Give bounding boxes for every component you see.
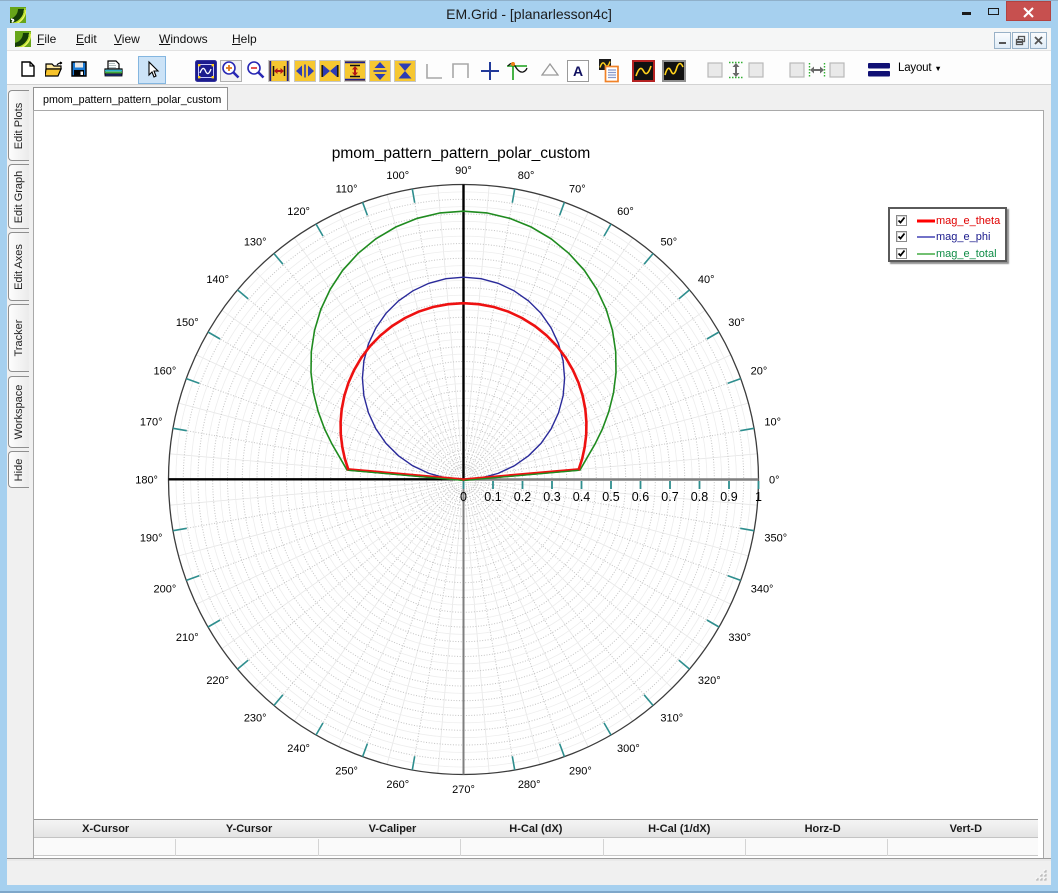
svg-text:240°: 240° — [287, 743, 310, 755]
svg-text:30°: 30° — [728, 317, 745, 329]
svg-text:0.1: 0.1 — [484, 490, 501, 504]
svg-text:340°: 340° — [751, 584, 774, 596]
svg-text:20°: 20° — [751, 365, 768, 377]
svg-text:250°: 250° — [335, 765, 358, 777]
svg-text:0.7: 0.7 — [661, 490, 678, 504]
svg-text:350°: 350° — [764, 533, 787, 545]
svg-text:330°: 330° — [728, 632, 751, 644]
svg-text:0°: 0° — [769, 475, 780, 487]
svg-text:150°: 150° — [176, 317, 199, 329]
svg-text:160°: 160° — [154, 365, 177, 377]
svg-text:0.4: 0.4 — [573, 490, 590, 504]
svg-text:50°: 50° — [660, 236, 677, 248]
svg-text:80°: 80° — [518, 170, 535, 182]
svg-text:0.5: 0.5 — [602, 490, 619, 504]
svg-text:180°: 180° — [135, 475, 158, 487]
svg-text:210°: 210° — [176, 632, 199, 644]
svg-text:230°: 230° — [244, 713, 267, 725]
svg-text:300°: 300° — [617, 743, 640, 755]
svg-text:0.3: 0.3 — [543, 490, 560, 504]
svg-text:310°: 310° — [660, 713, 683, 725]
svg-text:1: 1 — [755, 490, 762, 504]
svg-text:70°: 70° — [569, 184, 586, 196]
svg-text:220°: 220° — [206, 675, 229, 687]
svg-text:10°: 10° — [764, 417, 781, 429]
svg-text:280°: 280° — [518, 779, 541, 791]
svg-text:270°: 270° — [452, 784, 475, 796]
svg-text:290°: 290° — [569, 765, 592, 777]
svg-text:140°: 140° — [206, 274, 229, 286]
svg-text:100°: 100° — [386, 170, 409, 182]
svg-text:200°: 200° — [154, 584, 177, 596]
svg-text:0.9: 0.9 — [720, 490, 737, 504]
svg-text:0.2: 0.2 — [514, 490, 531, 504]
svg-text:260°: 260° — [386, 779, 409, 791]
svg-text:320°: 320° — [698, 675, 721, 687]
svg-text:120°: 120° — [287, 206, 310, 218]
svg-text:A: A — [573, 63, 583, 79]
svg-text:40°: 40° — [698, 274, 715, 286]
svg-text:0.6: 0.6 — [632, 490, 649, 504]
svg-text:pmom_pattern_pattern_polar_cus: pmom_pattern_pattern_polar_custom — [332, 145, 590, 162]
svg-text:90°: 90° — [455, 165, 472, 177]
svg-text:170°: 170° — [140, 417, 163, 429]
svg-text:0.8: 0.8 — [691, 490, 708, 504]
svg-text:0: 0 — [460, 490, 467, 504]
svg-text:190°: 190° — [140, 533, 163, 545]
svg-text:110°: 110° — [336, 184, 358, 196]
svg-text:130°: 130° — [244, 236, 267, 248]
svg-text:60°: 60° — [617, 206, 634, 218]
